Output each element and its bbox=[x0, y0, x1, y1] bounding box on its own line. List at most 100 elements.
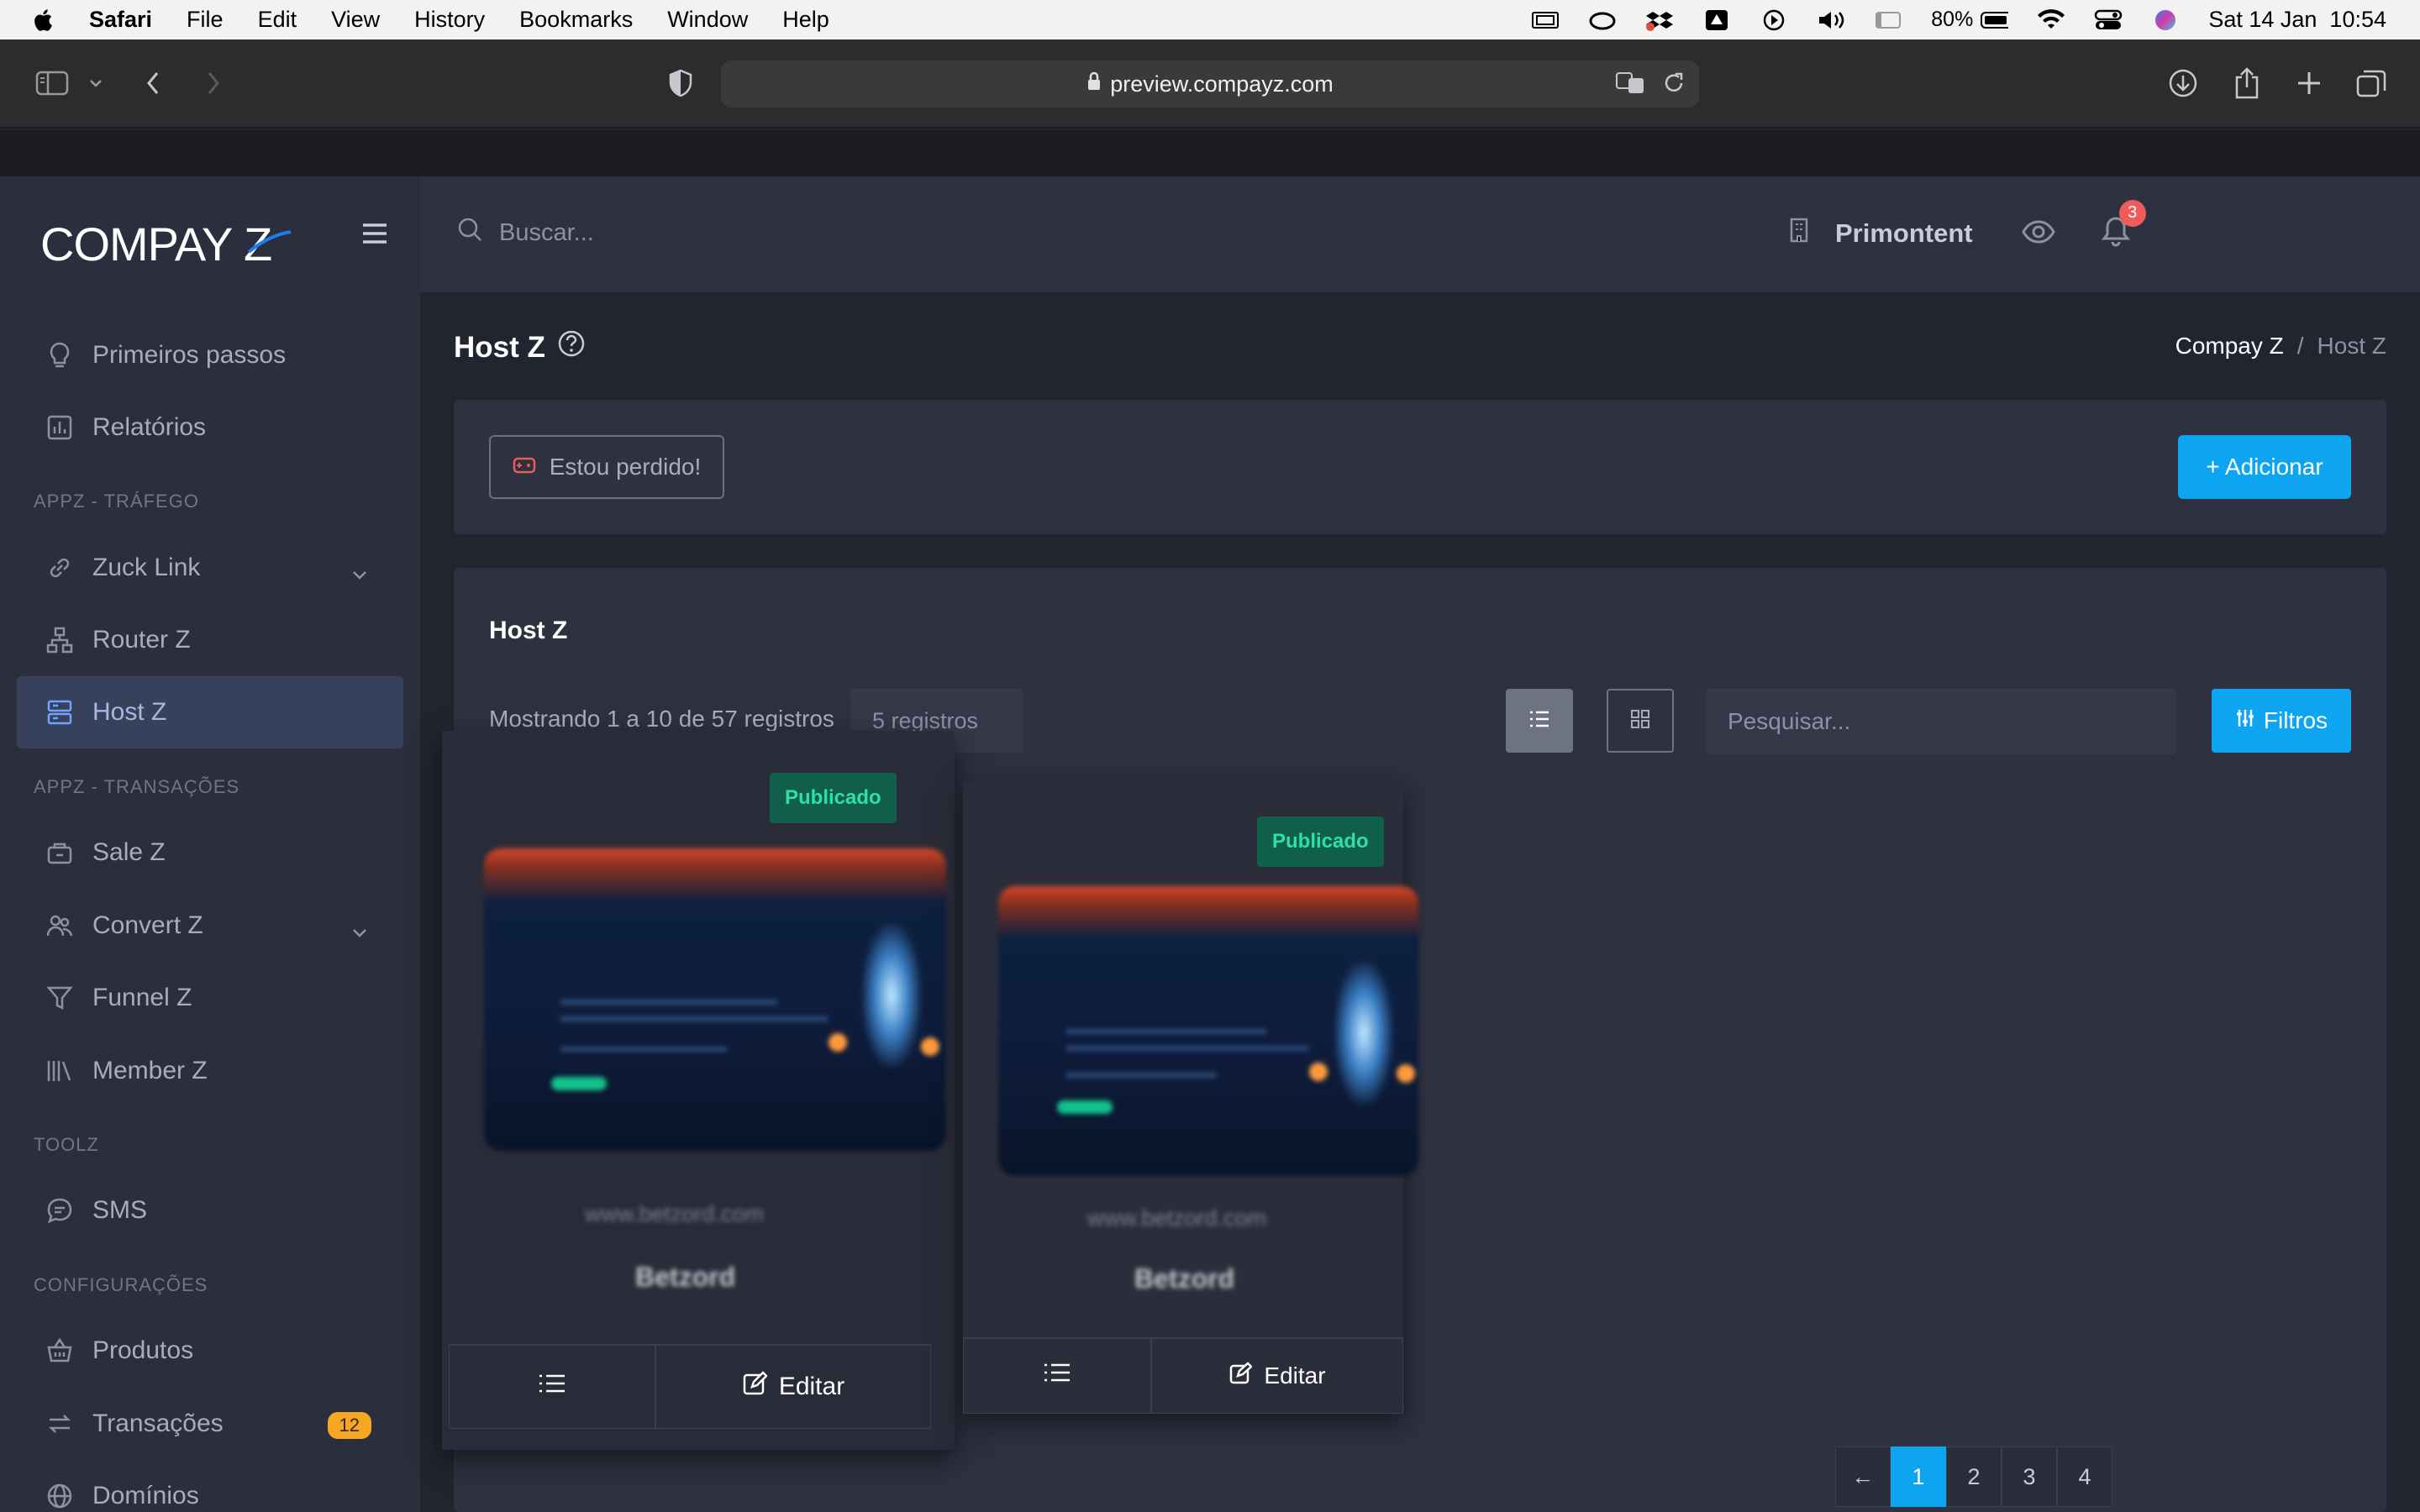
sidebar-item-host-z[interactable]: Host Z bbox=[17, 676, 403, 748]
sidebar-item-label: Convert Z bbox=[92, 911, 203, 939]
gamepad-icon bbox=[513, 454, 536, 480]
menu-help[interactable]: Help bbox=[782, 7, 829, 33]
tab-overview-icon[interactable] bbox=[2353, 65, 2390, 102]
battery-icon[interactable] bbox=[1980, 9, 2009, 31]
menu-edit[interactable]: Edit bbox=[258, 7, 297, 33]
sidebar-item-router-z[interactable]: Router Z bbox=[17, 604, 403, 676]
sidebar-item-label: Domínios bbox=[92, 1482, 199, 1509]
edit-button[interactable]: Editar bbox=[1151, 1338, 1403, 1414]
grid-icon bbox=[1630, 709, 1650, 733]
translate-icon[interactable] bbox=[1615, 71, 1647, 102]
new-tab-icon[interactable] bbox=[2291, 65, 2328, 102]
pagination-page-2[interactable]: 2 bbox=[1946, 1446, 2002, 1507]
edit-icon bbox=[742, 1371, 768, 1403]
page-title: Host Z bbox=[454, 329, 586, 365]
pagination-page-3[interactable]: 3 bbox=[2002, 1446, 2057, 1507]
bell-icon[interactable]: 3 bbox=[2101, 199, 2146, 253]
pagination-page-1[interactable]: 1 bbox=[1891, 1446, 1946, 1507]
filter-icon bbox=[45, 984, 74, 1012]
search-placeholder: Buscar... bbox=[499, 218, 594, 246]
wifi-icon[interactable] bbox=[2037, 8, 2065, 31]
forward-icon[interactable] bbox=[195, 65, 232, 102]
eye-icon[interactable] bbox=[2021, 219, 2055, 249]
breadcrumb-home[interactable]: Compay Z bbox=[2175, 333, 2284, 360]
sidebar-item-sale-z[interactable]: Sale Z bbox=[17, 816, 403, 889]
screen-mirror-icon[interactable] bbox=[1531, 9, 1560, 31]
sidebar-item-label: Router Z bbox=[92, 626, 191, 654]
sidebar-item-zuck-link[interactable]: Zuck Link bbox=[17, 532, 403, 604]
creative-cloud-icon[interactable] bbox=[1588, 9, 1617, 31]
sidebar-item-funnel-z[interactable]: Funnel Z bbox=[17, 962, 403, 1034]
control-center-icon[interactable] bbox=[2094, 9, 2123, 31]
pagination: ← 1 2 3 4 bbox=[1835, 1446, 2112, 1507]
sidebar-item-label: Host Z bbox=[92, 698, 167, 726]
sidebar-item-dominios[interactable]: Domínios bbox=[17, 1460, 403, 1512]
chevron-down-icon[interactable] bbox=[77, 65, 114, 102]
top-header: Buscar... Primontent 3 bbox=[420, 176, 2420, 292]
details-button[interactable] bbox=[963, 1338, 1151, 1414]
logo[interactable]: COMPAY Z bbox=[40, 218, 272, 270]
sidebar-item-label: SMS bbox=[92, 1196, 148, 1224]
sidebar-toggle-icon[interactable] bbox=[34, 65, 71, 102]
display-icon[interactable] bbox=[1874, 9, 1902, 31]
sidebar-item-label: Member Z bbox=[92, 1057, 208, 1084]
actions-card: Estou perdido! + Adicionar bbox=[454, 400, 2386, 534]
clock[interactable]: Sat 14 Jan 10:54 bbox=[2208, 7, 2386, 33]
sidebar-item-produtos[interactable]: Produtos bbox=[17, 1315, 403, 1387]
section-trafego: APPZ - TRÁFEGO bbox=[34, 491, 199, 512]
list-view-button[interactable] bbox=[1506, 689, 1573, 753]
edit-button[interactable]: Editar bbox=[655, 1345, 931, 1429]
list-search-input[interactable]: Pesquisar... bbox=[1706, 689, 2176, 754]
sidebar-item-relatorios[interactable]: Relatórios bbox=[17, 391, 403, 464]
global-search[interactable]: Buscar... bbox=[457, 217, 594, 249]
basket-icon bbox=[45, 1336, 74, 1365]
dropbox-icon[interactable] bbox=[1645, 9, 1674, 31]
address-bar[interactable]: preview.compayz.com bbox=[721, 60, 1699, 108]
menu-toggle-icon[interactable] bbox=[361, 220, 388, 247]
logo-swoosh-icon bbox=[247, 230, 292, 254]
back-icon[interactable] bbox=[134, 65, 171, 102]
help-icon[interactable] bbox=[557, 329, 586, 365]
sidebar-item-transacoes[interactable]: Transações 12 bbox=[17, 1388, 403, 1460]
sidebar-item-label: Primeiros passos bbox=[92, 341, 287, 369]
sidebar-item-label: Funnel Z bbox=[92, 984, 192, 1011]
reload-icon[interactable] bbox=[1662, 71, 1686, 102]
site-screenshot bbox=[998, 886, 1418, 1176]
privacy-shield-icon[interactable] bbox=[662, 65, 699, 102]
share-icon[interactable] bbox=[2228, 65, 2265, 102]
menu-view[interactable]: View bbox=[331, 7, 380, 33]
menu-app-safari[interactable]: Safari bbox=[89, 7, 152, 33]
site-screenshot bbox=[484, 848, 946, 1151]
store-selector[interactable]: Primontent bbox=[1788, 218, 1973, 249]
chevron-down-icon bbox=[351, 559, 368, 588]
url-text: preview.compayz.com bbox=[1110, 71, 1334, 97]
site-card[interactable]: Publicado www.betzord.com Betzord Editar bbox=[963, 781, 1418, 1414]
drive-icon[interactable] bbox=[1702, 9, 1731, 31]
menu-window[interactable]: Window bbox=[667, 7, 748, 33]
menu-history[interactable]: History bbox=[414, 7, 485, 33]
menu-bookmarks[interactable]: Bookmarks bbox=[519, 7, 633, 33]
sidebar-item-member-z[interactable]: Member Z bbox=[17, 1035, 403, 1107]
store-name: Primontent bbox=[1835, 218, 1973, 248]
grid-view-button[interactable] bbox=[1607, 689, 1674, 753]
site-domain: www.betzord.com bbox=[585, 1201, 765, 1226]
apple-icon[interactable] bbox=[32, 8, 57, 33]
sidebar-item-sms[interactable]: SMS bbox=[17, 1174, 403, 1247]
siri-icon[interactable] bbox=[2151, 9, 2180, 31]
download-icon[interactable] bbox=[2165, 65, 2202, 102]
pagination-prev[interactable]: ← bbox=[1835, 1446, 1891, 1507]
card-actions: Editar bbox=[963, 1337, 1403, 1414]
pagination-page-4[interactable]: 4 bbox=[2057, 1446, 2112, 1507]
edit-icon bbox=[1228, 1361, 1254, 1391]
details-button[interactable] bbox=[449, 1345, 655, 1429]
add-button[interactable]: + Adicionar bbox=[2178, 435, 2351, 499]
lost-button[interactable]: Estou perdido! bbox=[489, 435, 724, 499]
sidebar-item-primeiros-passos[interactable]: Primeiros passos bbox=[17, 319, 403, 391]
sidebar-item-label: Transações bbox=[92, 1410, 224, 1437]
play-icon[interactable] bbox=[1760, 9, 1788, 31]
menu-file[interactable]: File bbox=[187, 7, 224, 33]
site-card[interactable]: Publicado www.betzord.com Betzord Editar bbox=[442, 731, 955, 1450]
sidebar-item-convert-z[interactable]: Convert Z bbox=[17, 890, 403, 962]
volume-icon[interactable] bbox=[1817, 9, 1845, 31]
filters-button[interactable]: Filtros bbox=[2212, 689, 2351, 753]
